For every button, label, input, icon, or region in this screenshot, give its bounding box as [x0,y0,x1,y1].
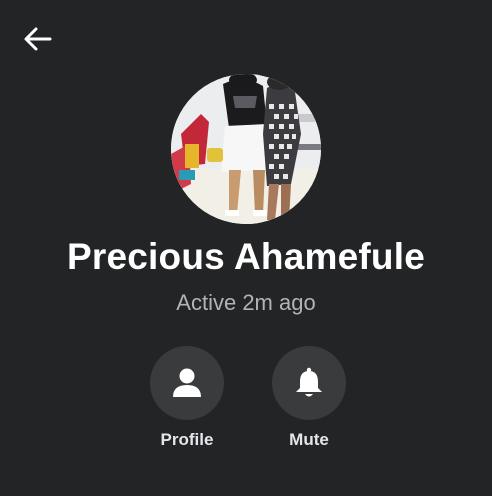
profile-button[interactable]: Profile [137,346,237,450]
bell-icon [296,367,322,397]
profile-button-circle[interactable] [150,346,224,420]
profile-label: Profile [160,430,214,449]
active-status: Active 2m ago [176,290,316,315]
contact-info-screen: Precious Ahamefule Active 2m ago Profile… [0,0,492,496]
mute-button[interactable]: Mute [259,346,359,450]
avatar[interactable] [171,74,321,224]
person-icon [173,368,201,397]
contact-name: Precious Ahamefule [67,236,425,277]
mute-button-circle[interactable] [272,346,346,420]
profile-photo [171,74,321,224]
back-button[interactable] [20,22,56,58]
mute-label: Mute [289,430,329,449]
arrow-left-icon [24,27,52,51]
